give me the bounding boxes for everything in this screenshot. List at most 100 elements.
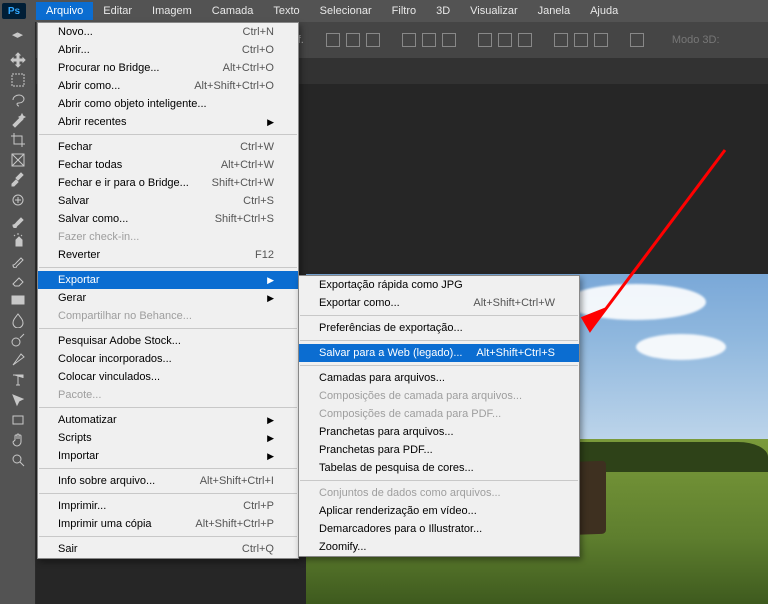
export-menu-item[interactable]: Preferências de exportação...	[299, 319, 579, 337]
file-menu-item[interactable]: Abrir recentes▶	[38, 113, 298, 131]
distribute-icon[interactable]	[630, 33, 644, 47]
menu-shortcut: Alt+Shift+Ctrl+O	[194, 80, 274, 92]
menubar-item-texto[interactable]: Texto	[263, 2, 309, 20]
align-icon[interactable]	[422, 33, 436, 47]
menu-shortcut: Shift+Ctrl+S	[215, 213, 274, 225]
export-menu-item[interactable]: Demarcadores para o Illustrator...	[299, 520, 579, 538]
export-menu-item[interactable]: Pranchetas para arquivos...	[299, 423, 579, 441]
menubar-item-camada[interactable]: Camada	[202, 2, 264, 20]
tool-pen[interactable]	[7, 350, 29, 370]
export-menu-item[interactable]: Salvar para a Web (legado)...Alt+Shift+C…	[299, 344, 579, 362]
tool-crop[interactable]	[7, 130, 29, 150]
menu-separator	[39, 134, 297, 135]
menu-label: Colocar incorporados...	[58, 353, 172, 365]
export-menu-item[interactable]: Exportação rápida como JPG	[299, 276, 579, 294]
export-menu-item[interactable]: Tabelas de pesquisa de cores...	[299, 459, 579, 477]
align-icon[interactable]	[326, 33, 340, 47]
tool-brush[interactable]	[7, 210, 29, 230]
tool-clone[interactable]	[7, 230, 29, 250]
menubar-item-imagem[interactable]: Imagem	[142, 2, 202, 20]
distribute-icon[interactable]	[594, 33, 608, 47]
file-menu-item[interactable]: SalvarCtrl+S	[38, 192, 298, 210]
distribute-icon[interactable]	[478, 33, 492, 47]
export-menu-item[interactable]: Zoomify...	[299, 538, 579, 556]
file-menu-item[interactable]: Importar▶	[38, 447, 298, 465]
menu-label: Camadas para arquivos...	[319, 372, 445, 384]
export-menu-item: Composições de camada para PDF...	[299, 405, 579, 423]
file-menu-item[interactable]: Novo...Ctrl+N	[38, 23, 298, 41]
file-menu-item: Fazer check-in...	[38, 228, 298, 246]
file-menu-item[interactable]: Info sobre arquivo...Alt+Shift+Ctrl+I	[38, 472, 298, 490]
menu-label: Imprimir uma cópia	[58, 518, 152, 530]
menu-label: Fechar e ir para o Bridge...	[58, 177, 189, 189]
submenu-arrow-icon: ▶	[267, 275, 274, 286]
tool-history-brush[interactable]	[7, 250, 29, 270]
tool-eyedropper[interactable]	[7, 170, 29, 190]
tool-lasso[interactable]	[7, 90, 29, 110]
tool-move[interactable]	[7, 50, 29, 70]
menu-label: Pranchetas para arquivos...	[319, 426, 454, 438]
menu-label: Zoomify...	[319, 541, 366, 553]
tool-frame[interactable]	[7, 150, 29, 170]
align-icon[interactable]	[346, 33, 360, 47]
collapse-icon[interactable]: ◂▸	[7, 24, 29, 44]
tool-marquee[interactable]	[7, 70, 29, 90]
menubar-item-filtro[interactable]: Filtro	[382, 2, 426, 20]
align-icon[interactable]	[366, 33, 380, 47]
file-menu-item[interactable]: Colocar incorporados...	[38, 350, 298, 368]
distribute-icon[interactable]	[574, 33, 588, 47]
tool-dodge[interactable]	[7, 330, 29, 350]
export-menu-item[interactable]: Pranchetas para PDF...	[299, 441, 579, 459]
menu-label: Compartilhar no Behance...	[58, 310, 192, 322]
menu-label: Fechar todas	[58, 159, 122, 171]
menubar-item-ajuda[interactable]: Ajuda	[580, 2, 628, 20]
file-menu-item[interactable]: FecharCtrl+W	[38, 138, 298, 156]
export-menu-item[interactable]: Exportar como...Alt+Shift+Ctrl+W	[299, 294, 579, 312]
file-menu-item[interactable]: Fechar todasAlt+Ctrl+W	[38, 156, 298, 174]
file-menu-item[interactable]: Gerar▶	[38, 289, 298, 307]
file-menu-item[interactable]: Automatizar▶	[38, 411, 298, 429]
tool-hand[interactable]	[7, 430, 29, 450]
file-menu-item[interactable]: Abrir...Ctrl+O	[38, 41, 298, 59]
menubar-item-selecionar[interactable]: Selecionar	[310, 2, 382, 20]
file-menu-item[interactable]: ReverterF12	[38, 246, 298, 264]
tool-spot-heal[interactable]	[7, 190, 29, 210]
tool-rectangle[interactable]	[7, 410, 29, 430]
menu-label: Reverter	[58, 249, 100, 261]
menu-shortcut: Alt+Shift+Ctrl+P	[195, 518, 274, 530]
distribute-icon[interactable]	[554, 33, 568, 47]
file-menu-item[interactable]: Imprimir...Ctrl+P	[38, 497, 298, 515]
tool-text[interactable]	[7, 370, 29, 390]
menubar-item-editar[interactable]: Editar	[93, 2, 142, 20]
tool-path-select[interactable]	[7, 390, 29, 410]
export-menu-item[interactable]: Camadas para arquivos...	[299, 369, 579, 387]
menubar-item-visualizar[interactable]: Visualizar	[460, 2, 528, 20]
menubar-item-arquivo[interactable]: Arquivo	[36, 2, 93, 20]
align-icon[interactable]	[442, 33, 456, 47]
file-menu-item[interactable]: Fechar e ir para o Bridge...Shift+Ctrl+W	[38, 174, 298, 192]
file-menu-item[interactable]: Scripts▶	[38, 429, 298, 447]
tool-zoom[interactable]	[7, 450, 29, 470]
file-menu-item[interactable]: Imprimir uma cópia Alt+Shift+Ctrl+P	[38, 515, 298, 533]
file-menu-item[interactable]: SairCtrl+Q	[38, 540, 298, 558]
distribute-icon[interactable]	[518, 33, 532, 47]
align-icon[interactable]	[402, 33, 416, 47]
menu-label: Fechar	[58, 141, 92, 153]
menu-separator	[300, 480, 578, 481]
tool-wand[interactable]	[7, 110, 29, 130]
tool-gradient[interactable]	[7, 290, 29, 310]
menubar-item-janela[interactable]: Janela	[528, 2, 580, 20]
file-menu-item[interactable]: Abrir como...Alt+Shift+Ctrl+O	[38, 77, 298, 95]
file-menu-item[interactable]: Salvar como...Shift+Ctrl+S	[38, 210, 298, 228]
file-menu-item[interactable]: Exportar▶	[38, 271, 298, 289]
tool-eraser[interactable]	[7, 270, 29, 290]
menu-label: Preferências de exportação...	[319, 322, 463, 334]
file-menu-item[interactable]: Abrir como objeto inteligente...	[38, 95, 298, 113]
distribute-icon[interactable]	[498, 33, 512, 47]
export-menu-item[interactable]: Aplicar renderização em vídeo...	[299, 502, 579, 520]
file-menu-item[interactable]: Procurar no Bridge...Alt+Ctrl+O	[38, 59, 298, 77]
file-menu-item[interactable]: Colocar vinculados...	[38, 368, 298, 386]
tool-blur[interactable]	[7, 310, 29, 330]
file-menu-item[interactable]: Pesquisar Adobe Stock...	[38, 332, 298, 350]
menubar-item-3d[interactable]: 3D	[426, 2, 460, 20]
